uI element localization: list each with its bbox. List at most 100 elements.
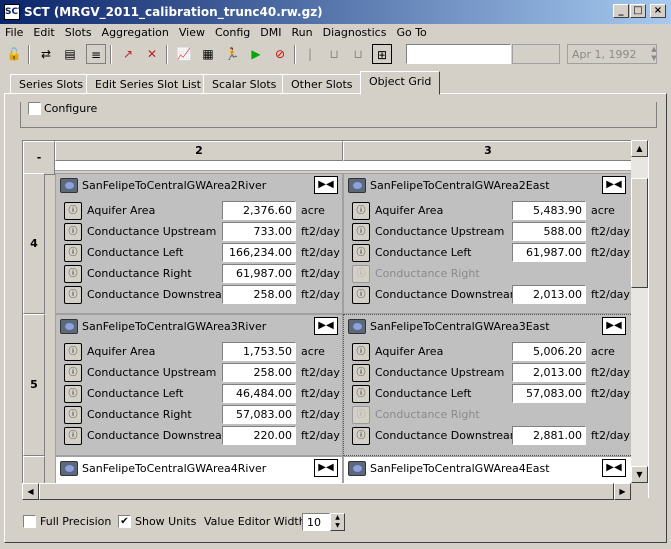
menu-aggregation[interactable]: Aggregation	[97, 24, 174, 41]
horizontal-scroll-thumb[interactable]	[39, 483, 614, 500]
slot-icon[interactable]: ⓘ	[352, 202, 370, 220]
bowtie-icon[interactable]: ▶◀	[314, 317, 338, 335]
slot-value[interactable]: 61,987.00	[222, 264, 296, 283]
object-cell[interactable]: SanFelipeToCentralGWArea4River ▶◀	[55, 456, 343, 486]
object-name[interactable]: SanFelipeToCentralGWArea4River	[82, 462, 266, 475]
bowtie-icon[interactable]: ▶◀	[602, 459, 626, 477]
tab-scalar-slots[interactable]: Scalar Slots	[203, 74, 286, 94]
slot-icon[interactable]: ⓘ	[64, 244, 82, 262]
slot-value[interactable]: 588.00	[512, 222, 586, 241]
scroll-right-icon[interactable]: ▶	[614, 483, 631, 500]
slot-icon[interactable]: ⓘ	[352, 343, 370, 361]
search-dropdown[interactable]	[512, 44, 560, 64]
close-button[interactable]: ×	[650, 4, 666, 18]
slot-label[interactable]: Conductance Downstream	[375, 429, 520, 442]
configure-checkbox[interactable]	[28, 102, 41, 115]
bowtie-icon[interactable]: ▶◀	[314, 176, 338, 194]
menu-diagnostics[interactable]: Diagnostics	[318, 24, 392, 41]
menu-dmi[interactable]: DMI	[255, 24, 286, 41]
slot-value[interactable]: 61,987.00	[512, 243, 586, 262]
list-view-icon[interactable]: ≡	[86, 44, 106, 64]
date-field[interactable]: Apr 1, 1992	[567, 44, 657, 64]
tab-object-grid[interactable]: Object Grid	[360, 71, 441, 95]
slot-value[interactable]: 166,234.00	[222, 243, 296, 262]
object-name[interactable]: SanFelipeToCentralGWArea3River	[82, 320, 266, 333]
refresh-icon[interactable]: ⇄	[36, 44, 56, 64]
tab-edit-series-slot-list[interactable]: Edit Series Slot List	[86, 74, 210, 94]
tab-other-slots[interactable]: Other Slots	[282, 74, 362, 94]
fit-icon[interactable]: ⊞	[372, 44, 392, 64]
slot-value[interactable]: 2,881.00	[512, 426, 586, 445]
date-spinner-icon[interactable]: ▲ ▼	[648, 45, 660, 63]
row-header-6[interactable]	[23, 456, 45, 486]
slot-label[interactable]: Conductance Right	[87, 267, 192, 280]
object-cell[interactable]: SanFelipeToCentralGWArea2River ▶◀ ⓘ Aquif…	[55, 173, 343, 314]
slot-value[interactable]: 2,013.00	[512, 363, 586, 382]
menu-edit[interactable]: Edit	[28, 24, 59, 41]
slot-value[interactable]: 57,083.00	[512, 384, 586, 403]
row-header-4[interactable]: 4	[23, 173, 45, 314]
slot-label[interactable]: Conductance Downstream	[375, 288, 520, 301]
slot-label[interactable]: Conductance Upstream	[87, 366, 216, 379]
table-icon[interactable]: ▦	[198, 44, 218, 64]
grid-corner[interactable]: -	[23, 141, 55, 175]
scroll-left-icon[interactable]: ◀	[22, 483, 39, 500]
menu-file[interactable]: File	[0, 24, 28, 41]
slot-icon[interactable]: ⓘ	[64, 223, 82, 241]
slot-icon[interactable]: ⓘ	[64, 286, 82, 304]
slot-icon[interactable]: ⓘ	[64, 385, 82, 403]
slot-label[interactable]: Aquifer Area	[87, 345, 155, 358]
plot-icon[interactable]: 📈	[174, 44, 194, 64]
show-units-checkbox[interactable]: ✔	[118, 515, 131, 528]
menu-run[interactable]: Run	[287, 24, 318, 41]
step-back-icon[interactable]: |	[300, 44, 320, 64]
open-object-icon[interactable]: ↗	[118, 44, 138, 64]
slot-icon[interactable]: ⓘ	[64, 202, 82, 220]
column-header-3[interactable]: 3	[343, 141, 633, 161]
slot-label[interactable]: Conductance Left	[375, 387, 471, 400]
bowtie-icon[interactable]: ▶◀	[314, 459, 338, 477]
width-spinner-icon[interactable]: ▲ ▼	[330, 513, 345, 531]
slot-label[interactable]: Conductance Upstream	[375, 225, 504, 238]
object-cell-selected[interactable]: SanFelipeToCentralGWArea3East ▶◀ ⓘ Aquife…	[343, 314, 633, 456]
slot-label[interactable]: Aquifer Area	[375, 345, 443, 358]
slot-value[interactable]: 258.00	[222, 285, 296, 304]
slot-label[interactable]: Conductance Upstream	[87, 225, 216, 238]
slot-value[interactable]: 5,006.20	[512, 342, 586, 361]
filter-icon[interactable]: ▤	[60, 44, 80, 64]
row-header-5[interactable]: 5	[23, 314, 45, 456]
slot-value[interactable]: 220.00	[222, 426, 296, 445]
slot-value[interactable]: 46,484.00	[222, 384, 296, 403]
slot-icon[interactable]: ⓘ	[352, 244, 370, 262]
slot-icon[interactable]: ⓘ	[64, 427, 82, 445]
run-icon[interactable]: ▶	[246, 44, 266, 64]
maximize-button[interactable]: □	[630, 4, 646, 18]
stop-icon[interactable]: ⊘	[270, 44, 290, 64]
lock-icon[interactable]: 🔓	[4, 44, 24, 64]
step-icon[interactable]: ⊔	[324, 44, 344, 64]
slot-label[interactable]: Conductance Left	[87, 246, 183, 259]
slot-label[interactable]: Conductance Right	[87, 408, 192, 421]
slot-label[interactable]: Aquifer Area	[87, 204, 155, 217]
step-forward-icon[interactable]: ⊔	[348, 44, 368, 64]
tab-series-slots[interactable]: Series Slots	[10, 74, 93, 94]
menu-slots[interactable]: Slots	[60, 24, 97, 41]
slot-label[interactable]: Conductance Downstream	[87, 288, 232, 301]
object-name[interactable]: SanFelipeToCentralGWArea4East	[370, 462, 550, 475]
object-name[interactable]: SanFelipeToCentralGWArea2East	[370, 179, 550, 192]
full-precision-checkbox[interactable]	[23, 515, 36, 528]
value-editor-width-input[interactable]: 10	[302, 513, 330, 531]
slot-icon[interactable]: ⓘ	[64, 265, 82, 283]
close-object-icon[interactable]: ✕	[142, 44, 162, 64]
slot-label[interactable]: Conductance Upstream	[375, 366, 504, 379]
horizontal-scrollbar[interactable]: ◀ ▶	[22, 483, 631, 500]
slot-label[interactable]: Conductance Left	[87, 387, 183, 400]
object-name[interactable]: SanFelipeToCentralGWArea3East	[370, 320, 550, 333]
slot-label[interactable]: Conductance Left	[375, 246, 471, 259]
object-name[interactable]: SanFelipeToCentralGWArea2River	[82, 179, 266, 192]
search-input[interactable]	[406, 44, 511, 64]
slot-value[interactable]: 733.00	[222, 222, 296, 241]
object-cell[interactable]: SanFelipeToCentralGWArea3River ▶◀ ⓘ Aquif…	[55, 314, 343, 456]
slot-value[interactable]: 57,083.00	[222, 405, 296, 424]
bowtie-icon[interactable]: ▶◀	[602, 176, 626, 194]
